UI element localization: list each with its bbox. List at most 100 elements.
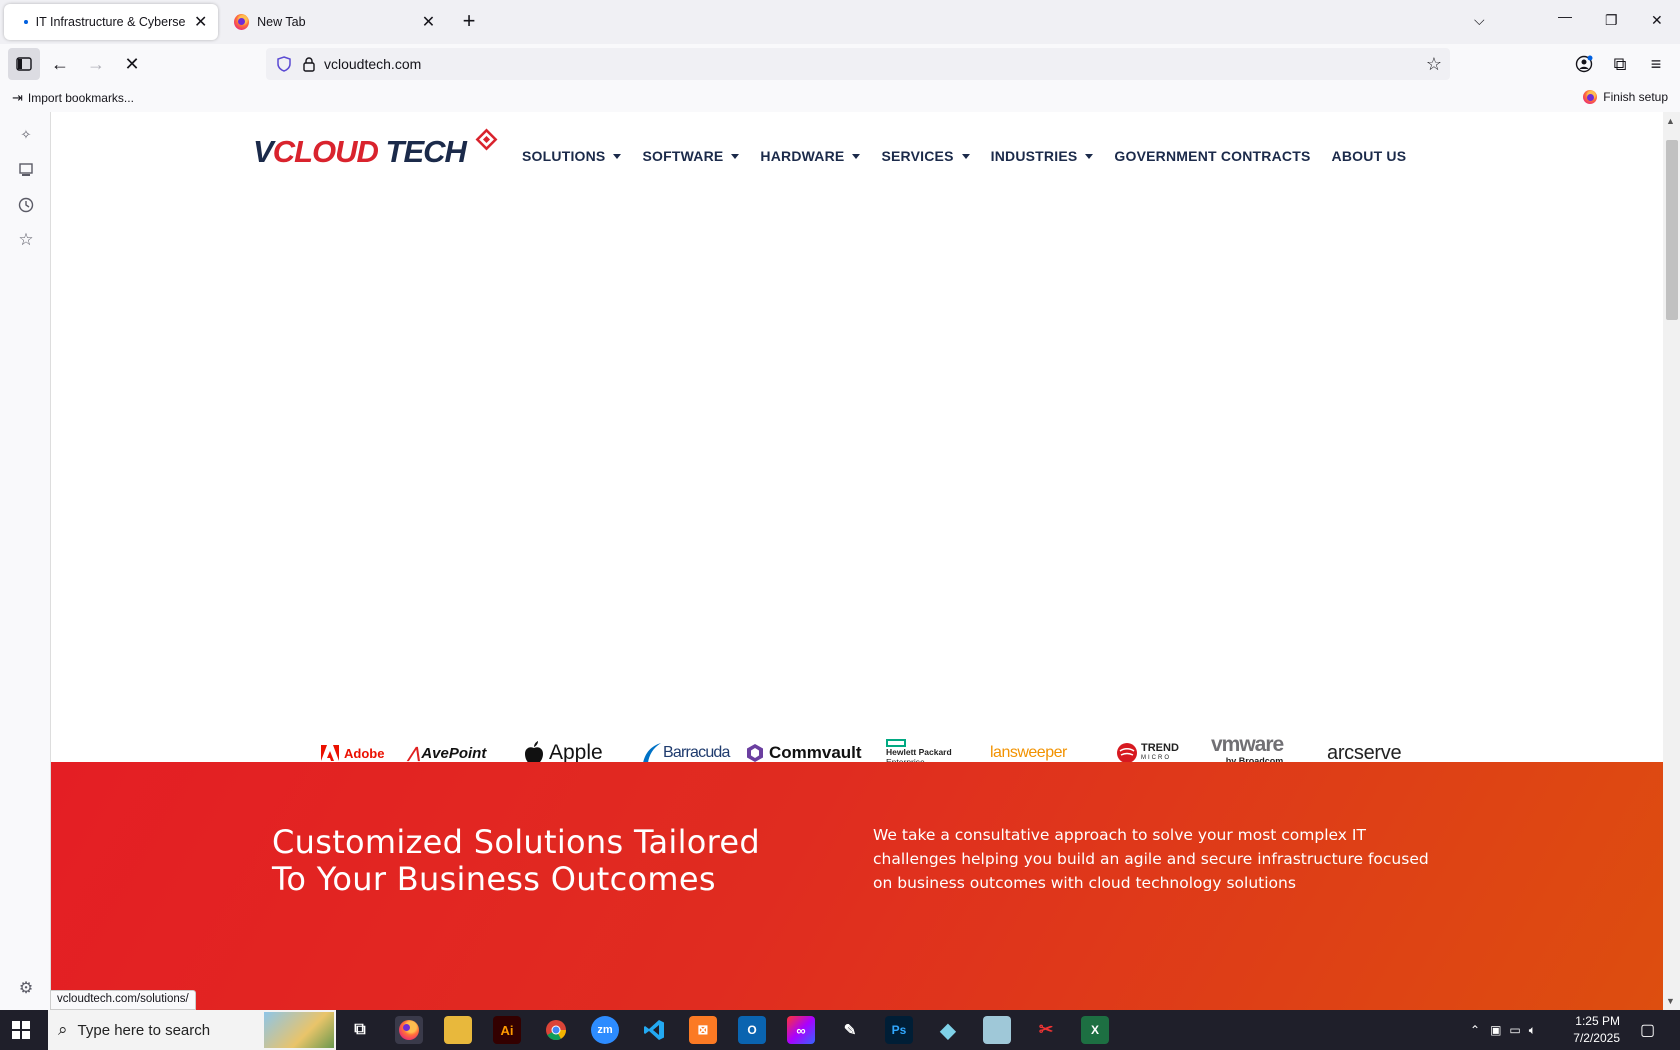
network-icon[interactable]: ▭: [1509, 1023, 1520, 1037]
app-menu-hamburger-icon[interactable]: ≡: [1640, 48, 1672, 80]
finish-setup-button[interactable]: Finish setup: [1583, 90, 1668, 104]
tray-app-icon[interactable]: ▣: [1490, 1023, 1501, 1037]
restore-icon[interactable]: ❐: [1605, 12, 1618, 29]
brand-label: Hewlett Packard: [886, 747, 952, 757]
brand-label: Commvault: [769, 743, 862, 762]
taskbar-search-box[interactable]: ⌕ Type here to search: [48, 1010, 336, 1050]
menu-item-solutions[interactable]: SOLUTIONS: [522, 148, 622, 164]
clock-date: 7/2/2025: [1573, 1031, 1620, 1045]
bookmark-star-icon[interactable]: ☆: [1426, 54, 1442, 75]
caret-down-icon: [961, 153, 970, 159]
hpe-rectangle-icon: [886, 739, 906, 747]
zoom-icon[interactable]: zm: [591, 1016, 619, 1044]
menu-label: HARDWARE: [760, 148, 845, 164]
caret-down-icon: [731, 153, 740, 159]
tab-new-tab[interactable]: New Tab ✕: [224, 4, 446, 40]
synced-tabs-icon[interactable]: [15, 159, 37, 181]
search-magnifier-icon: ⌕: [58, 1020, 68, 1039]
vscode-icon[interactable]: [640, 1016, 668, 1044]
tab-title: New Tab: [257, 15, 306, 29]
browser-sidebar: ✧ ☆ ⚙: [0, 112, 50, 1010]
snipping-tool-icon[interactable]: ✂: [1032, 1016, 1060, 1044]
scrollbar-thumb[interactable]: [1666, 140, 1678, 320]
task-view-icon[interactable]: ⧉: [346, 1016, 374, 1044]
tray-overflow-chevron-icon[interactable]: ⌃: [1470, 1023, 1480, 1037]
menu-item-government-contracts[interactable]: GOVERNMENT CONTRACTS: [1114, 148, 1310, 164]
import-bookmarks-button[interactable]: ⇥ Import bookmarks...: [12, 90, 134, 106]
hero-banner: Customized Solutions Tailored To Your Bu…: [51, 762, 1663, 1010]
bookmarks-star-icon[interactable]: ☆: [15, 229, 37, 251]
brand-label: lansweeper: [990, 744, 1067, 761]
search-highlight-image: [264, 1012, 334, 1048]
app-diamond-icon[interactable]: ◆: [934, 1016, 962, 1044]
vcloud-tech-logo[interactable]: VCLOUD TECH: [253, 128, 498, 170]
notes-icon[interactable]: [983, 1016, 1011, 1044]
main-menu: SOLUTIONS SOFTWARE HARDWARE SERVICES IND…: [522, 148, 1427, 164]
scroll-down-arrow-icon[interactable]: ▼: [1666, 996, 1675, 1006]
page-scrollbar[interactable]: ▲ ▼: [1663, 112, 1680, 1010]
list-tabs-chevron-icon[interactable]: ⌵: [1474, 12, 1485, 29]
close-window-icon[interactable]: ✕: [1651, 12, 1663, 29]
menu-label: SOLUTIONS: [522, 148, 606, 164]
menu-label: GOVERNMENT CONTRACTS: [1114, 148, 1311, 164]
import-icon: ⇥: [12, 90, 23, 105]
stop-loading-icon[interactable]: ✕: [116, 48, 148, 80]
clock-time: 1:25 PM: [1575, 1014, 1620, 1028]
firefox-icon[interactable]: [395, 1016, 423, 1044]
windows-taskbar: ⌕ Type here to search ⧉ Ai zm ⊠ O ∞ ✎ Ps…: [0, 1010, 1680, 1050]
xampp-icon[interactable]: ⊠: [689, 1016, 717, 1044]
new-tab-plus-icon[interactable]: +: [460, 10, 478, 32]
bookmarks-toolbar: ⇥ Import bookmarks... Finish setup: [0, 84, 1680, 112]
chrome-icon[interactable]: [542, 1016, 570, 1044]
menu-item-industries[interactable]: INDUSTRIES: [991, 148, 1094, 164]
minimize-icon[interactable]: —: [1558, 8, 1572, 24]
brand-label: TREND: [1141, 742, 1179, 754]
menu-label: INDUSTRIES: [990, 148, 1078, 164]
customize-sidebar-gear-icon[interactable]: ⚙: [15, 977, 37, 999]
photoshop-icon[interactable]: Ps: [885, 1016, 913, 1044]
close-tab-icon[interactable]: ✕: [193, 12, 208, 32]
outlook-icon[interactable]: O: [738, 1016, 766, 1044]
extensions-puzzle-icon[interactable]: ⧉: [1604, 48, 1636, 80]
pen-tool-icon[interactable]: ✎: [836, 1016, 864, 1044]
tracking-shield-icon[interactable]: [276, 56, 292, 72]
brand-label: Adobe: [344, 745, 385, 761]
loading-dot-icon: [24, 20, 28, 24]
account-icon[interactable]: [1568, 48, 1600, 80]
scroll-up-arrow-icon[interactable]: ▲: [1666, 116, 1675, 126]
menu-item-about-us[interactable]: ABOUT US: [1332, 148, 1407, 164]
address-bar[interactable]: vcloudtech.com ☆: [266, 48, 1450, 80]
avepoint-mark-icon: ⋀: [408, 745, 421, 762]
notifications-icon[interactable]: ▢: [1640, 1010, 1655, 1050]
close-tab-icon[interactable]: ✕: [421, 12, 436, 32]
system-tray: ⌃ ▣ ▭ 🔈︎: [1470, 1010, 1548, 1050]
trend-micro-ball-icon: [1117, 743, 1137, 763]
illustrator-icon[interactable]: Ai: [493, 1016, 521, 1044]
link-status-bar: vcloudtech.com/solutions/: [50, 990, 196, 1010]
lock-icon[interactable]: [302, 56, 316, 72]
back-arrow-icon[interactable]: ←: [44, 48, 76, 80]
navigation-toolbar: ← → ✕ vcloudtech.com ☆ ⧉ ≡: [0, 44, 1680, 84]
menu-item-software[interactable]: SOFTWARE: [642, 148, 740, 164]
creative-cloud-icon[interactable]: ∞: [787, 1016, 815, 1044]
logo-v: V: [253, 134, 274, 169]
adobe-a-icon: [321, 745, 339, 761]
hero-heading: Customized Solutions Tailored To Your Bu…: [272, 823, 761, 898]
clock[interactable]: 1:25 PM 7/2/2025: [1564, 1010, 1620, 1050]
tab-active[interactable]: IT Infrastructure & Cybersecurity ✕: [4, 4, 218, 40]
logo-diamond-icon: [475, 128, 498, 151]
file-explorer-icon[interactable]: [444, 1016, 472, 1044]
ai-chatbot-sparkle-icon[interactable]: ✧: [15, 124, 37, 146]
menu-item-hardware[interactable]: HARDWARE: [760, 148, 861, 164]
windows-start-icon[interactable]: [12, 1021, 30, 1039]
sidebar-toggle-icon[interactable]: [8, 48, 40, 80]
brand-label: AvePoint: [421, 744, 487, 762]
finish-setup-label: Finish setup: [1603, 90, 1668, 104]
forward-arrow-icon[interactable]: →: [80, 48, 112, 80]
brand-label: vmware: [1211, 733, 1284, 756]
logo-tech: TECH: [377, 134, 467, 169]
menu-item-services[interactable]: SERVICES: [881, 148, 970, 164]
history-clock-icon[interactable]: [15, 194, 37, 216]
excel-icon[interactable]: X: [1081, 1016, 1109, 1044]
volume-icon[interactable]: 🔈︎: [1529, 1023, 1536, 1038]
